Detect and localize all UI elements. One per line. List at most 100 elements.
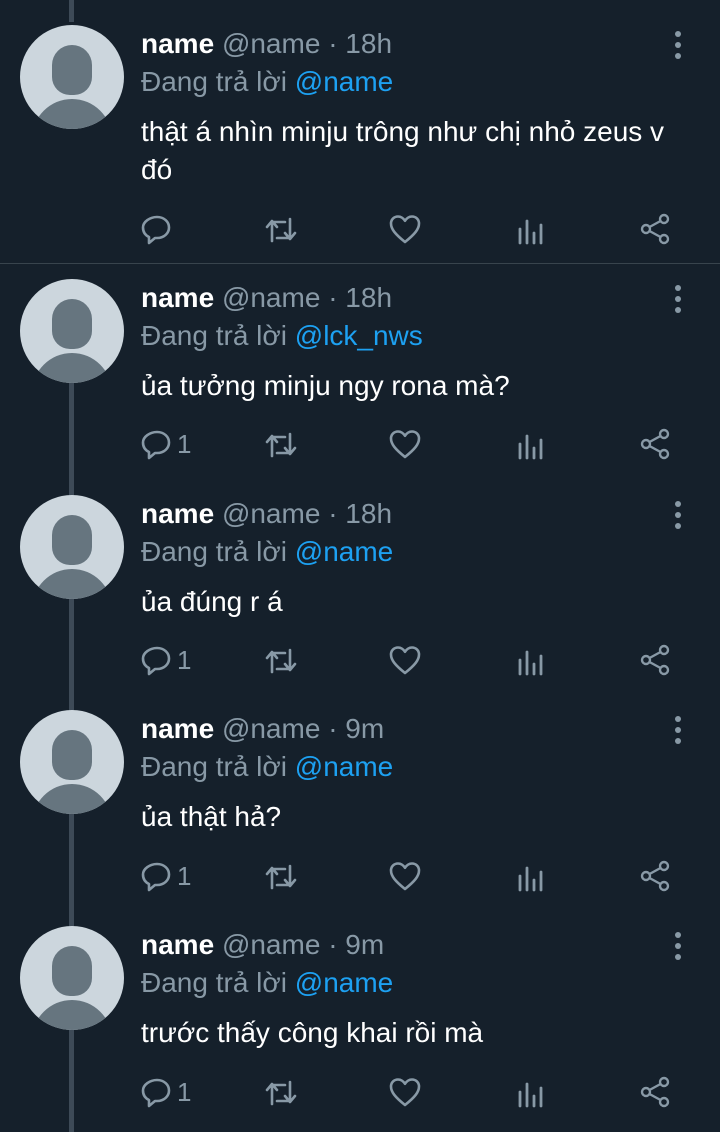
analytics-icon: [518, 1082, 543, 1108]
share-icon: [640, 428, 670, 460]
tweet-text: ủa thật hả?: [141, 801, 282, 832]
display-name[interactable]: name: [141, 28, 214, 59]
tweet[interactable]: name @name · 9m Đang trả lời @name ủa th…: [0, 685, 720, 901]
retweet-button[interactable]: [263, 646, 299, 676]
display-name[interactable]: name: [141, 282, 214, 313]
user-handle[interactable]: @name: [222, 929, 320, 960]
display-name[interactable]: name: [141, 498, 214, 529]
more-vertical-icon[interactable]: [664, 715, 692, 745]
more-vertical-icon[interactable]: [664, 500, 692, 530]
share-button[interactable]: [639, 213, 671, 245]
reply-prefix: Đang trả lời: [141, 66, 287, 97]
reply-icon: [141, 215, 171, 245]
user-handle[interactable]: @name: [222, 713, 320, 744]
like-button[interactable]: [389, 429, 421, 459]
timestamp[interactable]: 18h: [345, 28, 392, 59]
heart-icon: [389, 430, 421, 459]
reply-prefix: Đang trả lời: [141, 320, 287, 351]
more-vertical-icon[interactable]: [664, 30, 692, 60]
more-vertical-icon[interactable]: [664, 931, 692, 961]
analytics-button[interactable]: [517, 862, 545, 892]
reply-button[interactable]: 1: [141, 860, 191, 892]
replying-to: Đang trả lời @name: [141, 964, 393, 1002]
share-icon: [640, 644, 670, 676]
analytics-icon: [518, 650, 543, 676]
mention-link[interactable]: @name: [295, 751, 393, 782]
tweet-text: thật á nhìn minju trông như chị nhỏ zeus…: [141, 116, 665, 185]
replying-to: Đang trả lời @name: [141, 533, 393, 571]
reply-button[interactable]: 1: [141, 428, 191, 460]
analytics-button[interactable]: [517, 1078, 545, 1108]
share-button[interactable]: [639, 644, 671, 676]
share-button[interactable]: [639, 860, 671, 892]
reply-count: 1: [177, 429, 192, 459]
reply-count: 1: [177, 1077, 192, 1107]
reply-button[interactable]: 1: [141, 644, 191, 676]
replying-to: Đang trả lời @name: [141, 63, 393, 101]
like-button[interactable]: [389, 861, 421, 891]
avatar[interactable]: [20, 279, 124, 383]
user-handle[interactable]: @name: [222, 28, 320, 59]
display-name[interactable]: name: [141, 929, 214, 960]
reply-count: 1: [177, 861, 192, 891]
reply-count: 1: [177, 645, 192, 675]
like-button[interactable]: [389, 214, 421, 244]
timestamp[interactable]: 18h: [345, 282, 392, 313]
share-icon: [640, 1076, 670, 1108]
share-button[interactable]: [639, 428, 671, 460]
retweet-icon: [265, 864, 297, 890]
like-button[interactable]: [389, 1077, 421, 1107]
heart-icon: [389, 646, 421, 675]
timestamp[interactable]: 18h: [345, 498, 392, 529]
reply-button[interactable]: 1: [141, 1076, 191, 1108]
mention-link[interactable]: @name: [295, 66, 393, 97]
display-name[interactable]: name: [141, 713, 214, 744]
reply-button[interactable]: [141, 213, 177, 245]
mention-link[interactable]: @name: [295, 536, 393, 567]
tweet[interactable]: name @name · 18h Đang trả lời @lck_nws ủ…: [0, 254, 720, 470]
separator: ·: [328, 28, 338, 59]
like-button[interactable]: [389, 645, 421, 675]
share-button[interactable]: [639, 1076, 671, 1108]
separator: ·: [328, 929, 338, 960]
mention-link[interactable]: @name: [295, 967, 393, 998]
retweet-icon: [265, 432, 297, 458]
avatar[interactable]: [20, 25, 124, 129]
timestamp[interactable]: 9m: [345, 929, 384, 960]
more-vertical-icon[interactable]: [664, 284, 692, 314]
share-icon: [640, 860, 670, 892]
tweet[interactable]: name @name · 18h Đang trả lời @name thật…: [0, 0, 720, 245]
mention-link[interactable]: @lck_nws: [295, 320, 423, 351]
avatar[interactable]: [20, 926, 124, 1030]
tweet-header: name @name · 18h: [141, 279, 392, 317]
retweet-button[interactable]: [263, 862, 299, 892]
retweet-button[interactable]: [263, 430, 299, 460]
reply-prefix: Đang trả lời: [141, 967, 287, 998]
tweet-header: name @name · 18h: [141, 25, 392, 63]
user-handle[interactable]: @name: [222, 282, 320, 313]
tweet[interactable]: name @name · 18h Đang trả lời @name ủa đ…: [0, 470, 720, 686]
tweet-text: ủa đúng r á: [141, 586, 283, 617]
tweet[interactable]: name @name · 9m Đang trả lời @name trước…: [0, 901, 720, 1117]
user-handle[interactable]: @name: [222, 498, 320, 529]
retweet-icon: [265, 217, 297, 243]
retweet-icon: [265, 1080, 297, 1106]
analytics-icon: [518, 866, 543, 892]
analytics-button[interactable]: [517, 215, 545, 245]
reply-icon: [141, 430, 171, 460]
avatar[interactable]: [20, 710, 124, 814]
separator: ·: [328, 498, 338, 529]
retweet-button[interactable]: [263, 1078, 299, 1108]
retweet-icon: [265, 648, 297, 674]
separator: ·: [328, 713, 338, 744]
timestamp[interactable]: 9m: [345, 713, 384, 744]
heart-icon: [389, 1078, 421, 1107]
tweet-text: ủa tưởng minju ngy rona mà?: [141, 370, 510, 401]
tweet-header: name @name · 9m: [141, 710, 384, 748]
analytics-button[interactable]: [517, 430, 545, 460]
heart-icon: [389, 862, 421, 891]
analytics-button[interactable]: [517, 646, 545, 676]
separator: ·: [328, 282, 338, 313]
retweet-button[interactable]: [263, 215, 299, 245]
avatar[interactable]: [20, 495, 124, 599]
